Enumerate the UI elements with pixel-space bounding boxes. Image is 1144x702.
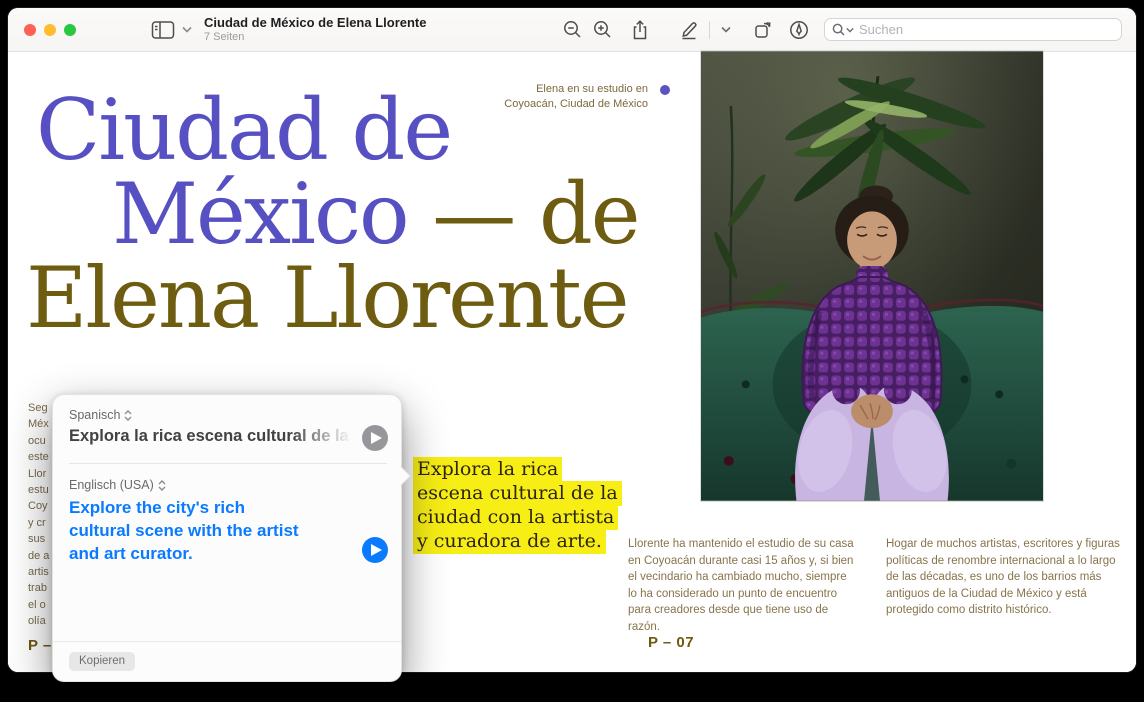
source-language-selector[interactable]: Spanisch (69, 408, 132, 422)
traffic-lights (8, 24, 90, 36)
sidebar-toggle-button[interactable] (148, 15, 178, 45)
minimize-button[interactable] (44, 24, 56, 36)
highlighted-selection[interactable]: Explora la rica escena cultural de la ci… (413, 457, 622, 553)
window-title-block: Ciudad de México de Elena Llorente 7 Sei… (204, 16, 427, 44)
page-number-left: P – (28, 637, 52, 654)
close-button[interactable] (24, 24, 36, 36)
zoom-in-button[interactable] (587, 15, 617, 45)
page-number-right: P – 07 (648, 634, 694, 651)
page-count: 7 Seiten (204, 31, 427, 44)
headline-line-2: México — de (112, 172, 638, 256)
search-scope-chevron-icon (846, 27, 854, 33)
language-updown-icon (124, 410, 132, 421)
play-translation-button[interactable] (362, 537, 388, 563)
target-language-selector[interactable]: Englisch (USA) (69, 478, 166, 492)
source-text: Explora la rica escena cultural de la (69, 427, 361, 446)
show-markup-toolbar-button[interactable] (784, 15, 814, 45)
zoom-out-button[interactable] (557, 15, 587, 45)
rotate-button[interactable] (748, 15, 778, 45)
zoom-window-button[interactable] (64, 24, 76, 36)
markup-dropdown-button[interactable] (716, 15, 736, 45)
headline-line-3: Elena Llorente (26, 256, 627, 340)
popover-footer: Kopieren (53, 641, 401, 681)
share-button[interactable] (625, 15, 655, 45)
left-text-column: Seg Méx ocu este Llor estu Coy y cr sus … (28, 400, 49, 630)
search-icon (832, 23, 846, 37)
language-updown-icon (158, 480, 166, 491)
caption-dot (660, 85, 670, 95)
copy-button[interactable]: Kopieren (69, 652, 135, 671)
sidebar-chevron-icon[interactable] (180, 15, 194, 45)
search-input[interactable] (854, 22, 1121, 37)
photo-elena-studio (700, 50, 1044, 502)
desktop: Ciudad de México de Elena Llorente 7 Sei… (0, 0, 1144, 702)
body-column-middle: Llorente ha mantenido el estudio de su c… (628, 536, 858, 635)
document-title: Ciudad de México de Elena Llorente (204, 16, 427, 31)
markup-pen-button[interactable] (673, 15, 703, 45)
headline-line-1: Ciudad de (36, 88, 451, 172)
popover-divider (69, 463, 387, 464)
search-field[interactable] (824, 18, 1122, 41)
translated-text: Explore the city's rich cultural scene w… (69, 496, 351, 565)
titlebar: Ciudad de México de Elena Llorente 7 Sei… (8, 8, 1136, 52)
toolbar-divider (709, 21, 710, 39)
body-column-right: Hogar de muchos artistas, escritores y f… (886, 536, 1126, 619)
translation-popover: Spanisch Explora la rica escena cultural… (52, 394, 402, 682)
play-source-button[interactable] (362, 425, 388, 451)
